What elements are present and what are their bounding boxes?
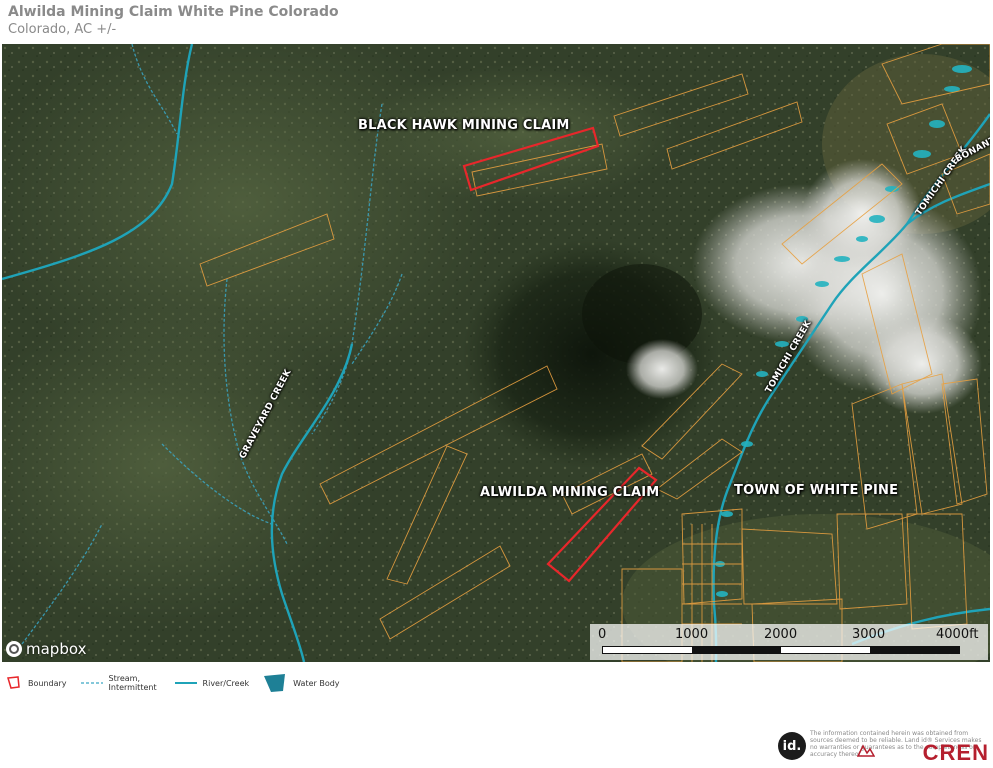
cren-logo: CREN	[922, 740, 989, 765]
scale-tick-1000: 1000	[675, 627, 709, 642]
scale-bar: 0 1000 2000 3000 4000ft	[590, 624, 988, 660]
land-id-logo: id.	[778, 732, 806, 760]
legend-item-water-body: Water Body	[263, 673, 340, 693]
legend-label-water-body: Water Body	[293, 678, 340, 688]
map-legend: Boundary Stream, Intermittent River/Cree…	[6, 672, 340, 694]
page-subtitle: Colorado, AC +/-	[8, 22, 117, 37]
legend-label-river: River/Creek	[202, 678, 250, 688]
map-view[interactable]: BLACK HAWK MINING CLAIM ALWILDA MINING C…	[2, 44, 990, 662]
mapbox-text: mapbox	[26, 640, 87, 658]
scale-bar-graphic	[602, 646, 960, 654]
footer-branding: id. The information contained herein was…	[778, 728, 993, 768]
legend-item-stream: Stream, Intermittent	[80, 674, 161, 692]
water-body-icon	[264, 674, 286, 692]
scale-tick-3000: 3000	[852, 627, 886, 642]
river-icon	[174, 682, 197, 684]
legend-item-boundary: Boundary	[6, 676, 67, 690]
legend-label-boundary: Boundary	[28, 678, 67, 688]
label-black-hawk-claim: BLACK HAWK MINING CLAIM	[358, 118, 570, 133]
map-canvas	[2, 44, 990, 662]
boundary-icon	[7, 676, 20, 689]
mapbox-logo-icon	[6, 641, 22, 657]
page-title: Alwilda Mining Claim White Pine Colorado	[8, 4, 339, 20]
scale-tick-4000ft: 4000ft	[936, 627, 979, 642]
legend-item-river: River/Creek	[174, 678, 250, 688]
cren-mark-icon	[857, 744, 875, 757]
mapbox-attribution[interactable]: mapbox	[6, 640, 86, 658]
legend-label-stream: Stream, Intermittent	[108, 674, 157, 692]
label-alwilda-claim: ALWILDA MINING CLAIM	[480, 485, 660, 500]
scale-tick-0: 0	[598, 627, 607, 642]
label-town-white-pine: TOWN OF WHITE PINE	[734, 483, 899, 498]
scale-tick-2000: 2000	[764, 627, 798, 642]
stream-icon	[80, 682, 103, 684]
